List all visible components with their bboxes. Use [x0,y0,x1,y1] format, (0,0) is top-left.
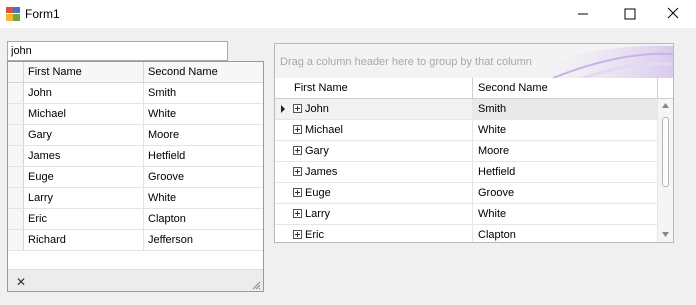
title-bar: Form1 [0,0,696,28]
table-row[interactable]: James Hetfield [8,146,263,167]
row-header[interactable] [8,83,24,103]
clear-filter-icon[interactable]: ✕ [16,275,26,289]
expand-icon[interactable] [293,104,302,113]
cell-first-name[interactable]: Eric [305,225,473,242]
cell-second-name[interactable]: Hetfield [473,162,658,182]
expand-icon[interactable] [293,167,302,176]
cell-second-name[interactable]: Groove [144,167,263,187]
cell-first-name[interactable]: Eric [24,209,144,229]
right-grid-header: First Name Second Name [275,78,673,99]
cell-second-name[interactable]: Clapton [473,225,658,242]
cell-first-name[interactable]: Michael [305,120,473,140]
row-header[interactable] [8,125,24,145]
table-row[interactable]: Michael White [8,104,263,125]
column-header-second-name[interactable]: Second Name [473,78,658,98]
left-data-grid[interactable]: First Name Second Name John Smith Michae… [7,61,264,292]
cell-second-name[interactable]: Clapton [144,209,263,229]
table-row[interactable]: Larry White [8,188,263,209]
cell-second-name[interactable]: White [473,120,658,140]
cell-first-name[interactable]: John [24,83,144,103]
decorative-swirl [523,45,673,78]
expand-icon[interactable] [293,209,302,218]
right-data-grid[interactable]: Drag a column header here to group by th… [274,43,674,243]
cell-first-name[interactable]: Euge [24,167,144,187]
resize-grip-icon[interactable] [251,280,261,290]
column-header-first-name[interactable]: First Name [24,62,144,82]
scroll-thumb[interactable] [662,117,669,187]
cell-second-name[interactable]: Hetfield [144,146,263,166]
table-row[interactable]: Larry White [275,204,658,225]
table-row[interactable]: Euge Groove [8,167,263,188]
column-header-second-name[interactable]: Second Name [144,62,263,82]
cell-second-name[interactable]: Smith [473,99,658,119]
search-input[interactable] [7,41,228,61]
cell-first-name[interactable]: James [24,146,144,166]
cell-first-name[interactable]: Gary [305,141,473,161]
cell-first-name[interactable]: James [305,162,473,182]
app-icon [6,7,20,21]
vertical-scrollbar[interactable] [658,99,673,242]
cell-first-name[interactable]: Larry [305,204,473,224]
table-row[interactable]: Richard Jefferson [8,230,263,251]
cell-first-name[interactable]: Euge [305,183,473,203]
table-row[interactable]: John Smith [275,99,658,120]
window-title: Form1 [25,7,60,21]
expand-icon[interactable] [293,146,302,155]
cell-second-name[interactable]: Groove [473,183,658,203]
column-header-first-name[interactable]: First Name [289,78,473,98]
cell-first-name[interactable]: Richard [24,230,144,250]
close-icon[interactable] [650,0,696,28]
group-panel[interactable]: Drag a column header here to group by th… [275,44,673,79]
left-grid-header: First Name Second Name [8,62,263,83]
table-row[interactable]: John Smith [8,83,263,104]
cell-second-name[interactable]: White [473,204,658,224]
cell-second-name[interactable]: Moore [473,141,658,161]
expand-icon[interactable] [293,188,302,197]
table-row[interactable]: Gary Moore [8,125,263,146]
row-header[interactable] [8,209,24,229]
filter-footer: ✕ [8,269,263,291]
row-header[interactable] [8,230,24,250]
cell-second-name[interactable]: Jefferson [144,230,263,250]
cell-first-name[interactable]: Michael [24,104,144,124]
minimize-icon[interactable] [560,0,606,28]
row-header[interactable] [8,167,24,187]
cell-first-name[interactable]: Larry [24,188,144,208]
row-header-corner [8,62,24,82]
indicator-header [275,78,289,98]
maximize-icon[interactable] [606,0,652,28]
table-row[interactable]: Michael White [275,120,658,141]
table-row[interactable]: Eric Clapton [8,209,263,230]
cell-second-name[interactable]: White [144,188,263,208]
expand-icon[interactable] [293,125,302,134]
expand-icon[interactable] [293,230,302,239]
scroll-down-arrow-icon[interactable] [662,232,669,237]
cell-second-name[interactable]: Smith [144,83,263,103]
table-row[interactable]: Euge Groove [275,183,658,204]
cell-first-name[interactable]: Gary [24,125,144,145]
row-header[interactable] [8,188,24,208]
table-row[interactable]: Eric Clapton [275,225,658,242]
row-header[interactable] [8,146,24,166]
focused-row-indicator-icon [281,105,285,113]
group-panel-hint: Drag a column header here to group by th… [280,56,532,68]
row-header[interactable] [8,104,24,124]
cell-second-name[interactable]: Moore [144,125,263,145]
cell-first-name[interactable]: John [305,99,473,119]
table-row[interactable]: James Hetfield [275,162,658,183]
scroll-up-arrow-icon[interactable] [662,103,669,108]
table-row[interactable]: Gary Moore [275,141,658,162]
cell-second-name[interactable]: White [144,104,263,124]
